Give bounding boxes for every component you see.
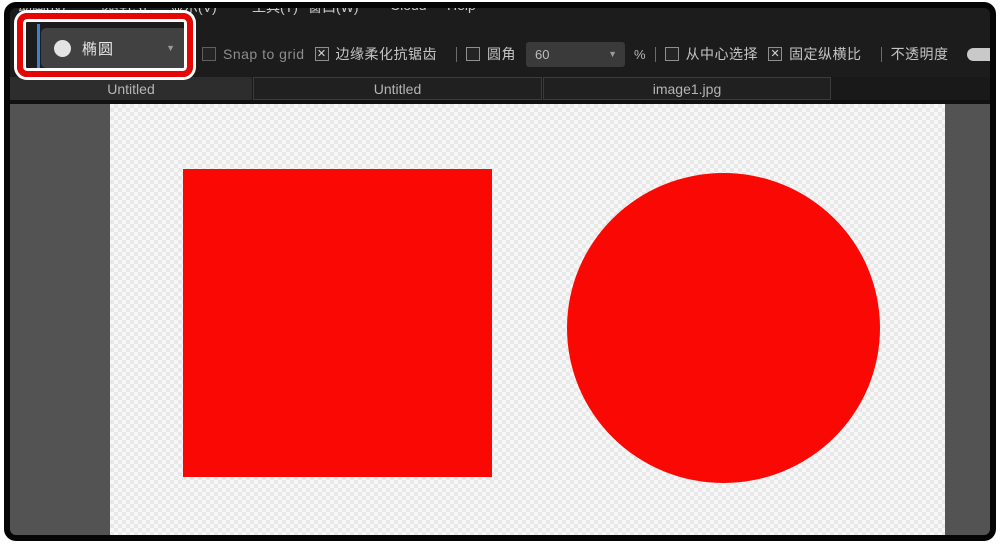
from-center-label: 从中心选择 <box>685 46 759 62</box>
tool-options-row: ✕ Snap to grid ✕ 边缘柔化抗锯齿 ✕ 圆角 60 ▼ % ✕ 从… <box>202 41 990 67</box>
round-corner-label: 圆角 <box>487 46 516 62</box>
toolbar-accent-bar <box>37 24 40 73</box>
from-center-checkbox[interactable]: ✕ <box>664 47 679 61</box>
fixed-ratio-checkbox[interactable]: ✕ <box>768 47 783 61</box>
tab-untitled-2[interactable]: Untitled <box>253 77 542 100</box>
shape-tool-label: 椭圆 <box>82 40 115 58</box>
menu-item[interactable]: 动画(N) <box>18 8 65 17</box>
opacity-slider[interactable] <box>966 47 990 61</box>
antialias-checkbox[interactable]: ✕ <box>314 47 329 61</box>
red-circle-shape[interactable] <box>567 173 880 483</box>
menu-item-help[interactable]: Help <box>447 8 476 13</box>
corner-value: 60 <box>535 46 550 62</box>
chevron-down-icon: ▼ <box>608 49 617 59</box>
document-tab-bar: Untitled Untitled image1.jpg <box>10 77 990 104</box>
snap-to-grid-checkbox[interactable]: ✕ <box>202 47 216 61</box>
menu-item[interactable]: 工具(T) <box>252 8 298 17</box>
fixed-ratio-label: 固定纵横比 <box>789 46 862 62</box>
screenshot-stage: 动画(N) 选择(S) 显示(V) 工具(T) 窗口(W) Cloud Help… <box>0 0 1000 545</box>
toolbar-divider <box>654 46 656 62</box>
workspace-pasteboard <box>10 104 990 535</box>
menu-item[interactable]: 选择(S) <box>100 8 147 17</box>
tab-image1-jpg[interactable]: image1.jpg <box>543 77 831 100</box>
menu-bar: 动画(N) 选择(S) 显示(V) 工具(T) 窗口(W) Cloud Help <box>10 8 990 19</box>
drawing-canvas[interactable] <box>110 104 945 535</box>
shape-tool-dropdown[interactable]: 椭圆 ▼ <box>41 28 187 68</box>
round-corner-checkbox[interactable]: ✕ <box>466 47 480 61</box>
toolbar-divider <box>880 46 882 62</box>
snap-to-grid-label: Snap to grid <box>223 46 305 62</box>
app-content: 动画(N) 选择(S) 显示(V) 工具(T) 窗口(W) Cloud Help… <box>10 8 990 535</box>
percent-label: % <box>634 46 646 62</box>
red-square-shape[interactable] <box>183 169 492 477</box>
toolbar-divider <box>456 46 457 62</box>
tab-untitled-1[interactable]: Untitled <box>10 77 252 100</box>
menu-item-cloud[interactable]: Cloud <box>390 8 427 13</box>
app-window-frame: 动画(N) 选择(S) 显示(V) 工具(T) 窗口(W) Cloud Help… <box>4 2 996 541</box>
antialias-label: 边缘柔化抗锯齿 <box>335 46 437 62</box>
opacity-label: 不透明度 <box>890 46 949 62</box>
chevron-down-icon: ▼ <box>166 43 175 53</box>
menu-item[interactable]: 窗口(W) <box>308 8 359 17</box>
menu-item[interactable]: 显示(V) <box>170 8 217 17</box>
corner-value-combobox[interactable]: 60 ▼ <box>526 41 625 67</box>
ellipse-icon <box>54 39 71 57</box>
